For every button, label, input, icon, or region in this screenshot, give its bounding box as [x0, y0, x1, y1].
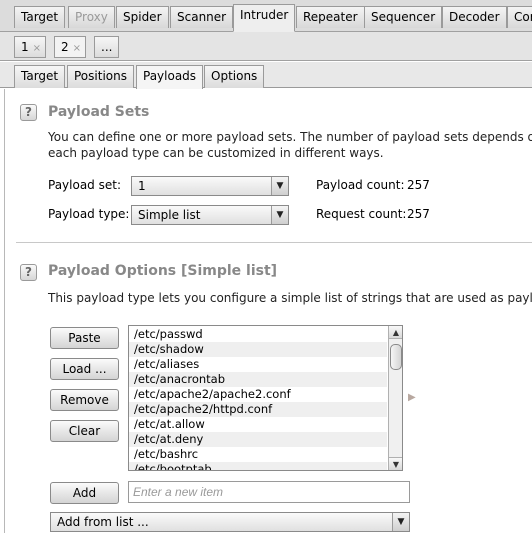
- scroll-down-icon[interactable]: ▼: [389, 457, 402, 470]
- tab-intruder[interactable]: Intruder: [233, 4, 296, 32]
- payload-set-value: 1: [138, 179, 146, 193]
- list-item[interactable]: /etc/anacrontab: [129, 372, 387, 387]
- payload-set-label: Payload set:: [48, 178, 121, 192]
- payload-sets-description-2: each payload type can be customized in d…: [48, 146, 384, 160]
- payload-count-value: 257: [407, 178, 430, 192]
- list-item[interactable]: /etc/shadow: [129, 342, 387, 357]
- chevron-down-icon: ▼: [271, 177, 288, 195]
- section-title-payload-sets: Payload Sets: [48, 104, 150, 120]
- section-title-payload-options: Payload Options [Simple list]: [48, 263, 278, 279]
- request-tab-bar: 1 × 2 × ...: [0, 32, 532, 61]
- tab-decoder[interactable]: Decoder: [442, 6, 507, 28]
- scroll-up-icon[interactable]: ▲: [389, 326, 402, 339]
- tab-scanner[interactable]: Scanner: [170, 6, 234, 28]
- payload-set-select[interactable]: 1 ▼: [131, 176, 289, 196]
- payload-type-label: Payload type:: [48, 207, 130, 221]
- request-count-label: Request count:: [316, 207, 407, 221]
- chevron-down-icon: ▼: [271, 206, 288, 224]
- request-tab-2[interactable]: 2 ×: [54, 36, 87, 58]
- request-tab-1[interactable]: 1 ×: [14, 36, 47, 58]
- list-item[interactable]: /etc/bootptab: [129, 462, 387, 470]
- tab-target[interactable]: Target: [14, 6, 66, 28]
- tab-options[interactable]: Options: [204, 65, 265, 88]
- add-from-list-select[interactable]: Add from list ... ▼: [50, 512, 410, 532]
- main-tab-bar: Target Proxy Spider Scanner Intruder Rep…: [0, 0, 532, 32]
- request-tab-2-label: 2: [61, 40, 69, 54]
- list-item[interactable]: /etc/at.allow: [129, 417, 387, 432]
- payload-sets-description: You can define one or more payload sets.…: [48, 130, 532, 144]
- section-divider: [16, 242, 532, 243]
- tab-proxy[interactable]: Proxy: [68, 6, 115, 28]
- tab-positions[interactable]: Positions: [67, 65, 134, 88]
- chevron-down-icon: ▼: [392, 513, 409, 531]
- request-tab-1-label: 1: [21, 40, 29, 54]
- tab-spider[interactable]: Spider: [116, 6, 169, 28]
- help-icon[interactable]: ?: [20, 104, 37, 121]
- payload-type-select[interactable]: Simple list ▼: [131, 205, 289, 225]
- list-item[interactable]: /etc/apache2/httpd.conf: [129, 402, 387, 417]
- payload-type-value: Simple list: [138, 208, 201, 222]
- payload-list[interactable]: /etc/passwd /etc/shadow /etc/aliases /et…: [128, 325, 403, 471]
- list-scrollbar[interactable]: ▲ ▼: [388, 326, 402, 470]
- help-icon[interactable]: ?: [20, 264, 37, 281]
- tab-repeater[interactable]: Repeater: [296, 6, 365, 28]
- intruder-sub-tab-bar: Target Positions Payloads Options: [0, 62, 532, 89]
- load-button[interactable]: Load ...: [50, 358, 119, 380]
- tab-payloads[interactable]: Payloads: [136, 65, 204, 89]
- list-item[interactable]: /etc/apache2/apache2.conf: [129, 387, 387, 402]
- payload-count-label: Payload count:: [316, 178, 405, 192]
- add-from-list-label: Add from list ...: [57, 515, 149, 529]
- add-button[interactable]: Add: [50, 482, 119, 504]
- close-icon[interactable]: ×: [73, 43, 81, 54]
- expand-arrow-icon[interactable]: ▶: [408, 392, 416, 403]
- list-item[interactable]: /etc/at.deny: [129, 432, 387, 447]
- paste-button[interactable]: Paste: [50, 327, 119, 349]
- list-item[interactable]: /etc/bashrc: [129, 447, 387, 462]
- tab-sequencer[interactable]: Sequencer: [364, 6, 443, 28]
- payload-options-description: This payload type lets you configure a s…: [48, 291, 532, 305]
- list-item[interactable]: /etc/aliases: [129, 357, 387, 372]
- clear-button[interactable]: Clear: [50, 420, 119, 442]
- list-item[interactable]: /etc/passwd: [129, 327, 387, 342]
- scrollbar-thumb[interactable]: [390, 344, 402, 370]
- new-tab-button[interactable]: ...: [94, 36, 120, 58]
- request-count-value: 257: [407, 207, 430, 221]
- remove-button[interactable]: Remove: [50, 389, 119, 411]
- tab-target[interactable]: Target: [14, 65, 66, 88]
- new-item-input[interactable]: [128, 481, 410, 503]
- tab-comparer[interactable]: Com: [507, 6, 532, 28]
- close-icon[interactable]: ×: [33, 43, 41, 54]
